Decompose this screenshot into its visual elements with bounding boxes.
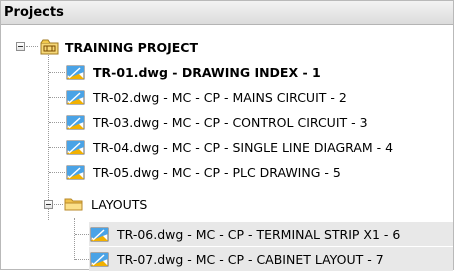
tree-item-label: LAYOUTS <box>91 196 148 212</box>
tree-connector <box>49 122 65 123</box>
tree-item-drawing[interactable]: TR-03.dwg - MC - CP - CONTROL CIRCUIT - … <box>65 110 368 134</box>
tree-item-label: TR-06.dwg - MC - CP - TERMINAL STRIP X1 … <box>117 226 401 242</box>
panel-title: Projects <box>1 1 453 25</box>
folder-icon <box>64 198 83 211</box>
tree-connector <box>54 204 63 205</box>
drawing-icon <box>66 115 85 130</box>
tree-item-label: TR-07.dwg - MC - CP - CABINET LAYOUT - 7 <box>117 251 384 267</box>
collapse-toggle-project[interactable] <box>16 42 25 51</box>
tree-item-drawing[interactable]: TR-04.dwg - MC - CP - SINGLE LINE DIAGRA… <box>65 135 393 159</box>
tree-item-layout[interactable]: TR-06.dwg - MC - CP - TERMINAL STRIP X1 … <box>89 222 453 246</box>
tree-item-project[interactable]: TRAINING PROJECT <box>39 35 198 59</box>
tree-item-drawing[interactable]: TR-05.dwg - MC - CP - PLC DRAWING - 5 <box>65 160 341 184</box>
drawing-icon <box>66 140 85 155</box>
tree-item-drawing[interactable]: TR-01.dwg - DRAWING INDEX - 1 <box>65 60 321 84</box>
tree-connector <box>49 72 65 73</box>
collapse-toggle-layouts[interactable] <box>44 200 53 209</box>
tree-connector <box>49 97 65 98</box>
drawing-icon <box>66 165 85 180</box>
drawing-icon <box>66 90 85 105</box>
tree-item-folder-layouts[interactable]: LAYOUTS <box>63 192 147 216</box>
tree-connector <box>49 172 65 173</box>
tree-connector <box>26 46 38 47</box>
tree-item-label: TR-03.dwg - MC - CP - CONTROL CIRCUIT - … <box>93 114 368 130</box>
tree-item-label: TR-05.dwg - MC - CP - PLC DRAWING - 5 <box>93 164 341 180</box>
tree-connector <box>75 234 89 235</box>
tree-item-label: TR-02.dwg - MC - CP - MAINS CIRCUIT - 2 <box>93 89 347 105</box>
tree-item-label: TR-04.dwg - MC - CP - SINGLE LINE DIAGRA… <box>93 139 394 155</box>
tree-item-label: TR-01.dwg - DRAWING INDEX - 1 <box>93 64 321 80</box>
drawing-icon <box>66 65 85 80</box>
projects-panel: Projects TRAINING PROJECT TR-01.dwg - DR… <box>0 0 454 271</box>
tree-item-layout[interactable]: TR-07.dwg - MC - CP - CABINET LAYOUT - 7 <box>89 247 453 271</box>
drawing-icon <box>90 252 109 267</box>
tree-item-drawing[interactable]: TR-02.dwg - MC - CP - MAINS CIRCUIT - 2 <box>65 85 347 109</box>
project-icon <box>40 39 59 55</box>
tree-connector <box>48 55 49 220</box>
tree-connector <box>49 147 65 148</box>
tree-connector <box>74 218 75 260</box>
drawing-icon <box>90 227 109 242</box>
tree-connector <box>75 259 89 260</box>
tree-item-label: TRAINING PROJECT <box>65 39 198 55</box>
